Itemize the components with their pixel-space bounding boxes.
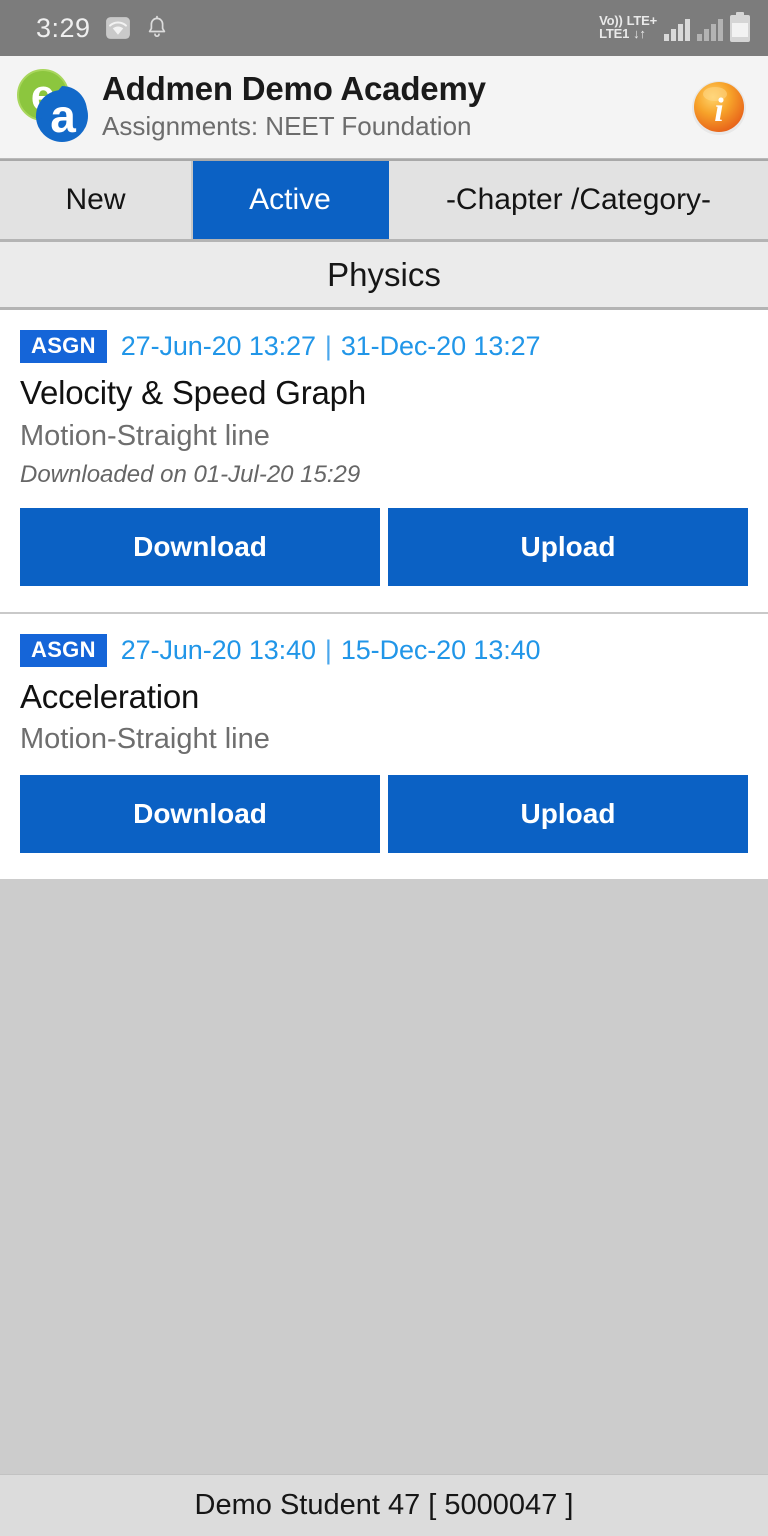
- app-header: e a Addmen Demo Academy Assignments: NEE…: [0, 56, 768, 159]
- assignment-download-note: Downloaded on 01-Jul-20 15:29: [20, 461, 361, 489]
- app-screen: 3:29 Vo)) LTE+ LTE1 ↓↑ e a Addmen Demo A…: [0, 0, 768, 1536]
- section-title: Physics: [327, 255, 441, 293]
- lte1-label: LTE1: [599, 25, 630, 41]
- page-title: Addmen Demo Academy: [102, 70, 486, 108]
- tab-active-label: Active: [249, 183, 331, 216]
- assignment-end-date: 15-Dec-20 13:40: [340, 634, 541, 665]
- empty-content-area: [0, 879, 768, 1474]
- upload-button[interactable]: Upload: [388, 775, 748, 854]
- header-titles: Addmen Demo Academy Assignments: NEET Fo…: [102, 70, 688, 142]
- status-badge: ASGN: [20, 330, 107, 363]
- status-bar-right: Vo)) LTE+ LTE1 ↓↑: [599, 12, 750, 44]
- assignment-actions: Download Upload: [20, 775, 748, 854]
- svg-text:i: i: [714, 92, 724, 129]
- assignment-dates: 27-Jun-20 13:40 | 15-Dec-20 13:40: [121, 635, 541, 666]
- assignment-meta: ASGN 27-Jun-20 13:40 | 15-Dec-20 13:40: [20, 633, 748, 667]
- assignment-chapter: Motion-Straight line: [20, 419, 270, 452]
- logged-in-user-label: Demo Student 47 [ 5000047 ]: [194, 1489, 574, 1521]
- page-subtitle: Assignments: NEET Foundation: [102, 111, 472, 142]
- download-button[interactable]: Download: [20, 775, 380, 854]
- assignment-end-date: 31-Dec-20 13:27: [340, 331, 541, 361]
- tab-active[interactable]: Active: [193, 161, 389, 239]
- app-logo-icon: e a: [10, 64, 96, 150]
- status-badge: ASGN: [20, 633, 107, 667]
- data-transfer-arrows-icon: ↓↑: [633, 25, 646, 41]
- tab-new[interactable]: New: [0, 161, 193, 239]
- network-type-indicator: Vo)) LTE+ LTE1 ↓↑: [599, 12, 658, 41]
- footer-bar: Demo Student 47 [ 5000047 ]: [0, 1474, 768, 1536]
- assignment-meta: ASGN 27-Jun-20 13:27 | 31-Dec-20 13:27: [20, 330, 748, 363]
- assignment-list: ASGN 27-Jun-20 13:27 | 31-Dec-20 13:27 Vel…: [0, 310, 768, 880]
- info-icon[interactable]: i: [688, 76, 750, 138]
- assignment-start-date: 27-Jun-20 13:40: [120, 634, 316, 665]
- assignment-card[interactable]: ASGN 27-Jun-20 13:27 | 31-Dec-20 13:27 Vel…: [0, 310, 768, 614]
- tab-bar: New Active -Chapter /Category-: [0, 159, 768, 242]
- assignment-actions: Download Upload: [20, 507, 748, 586]
- upload-button[interactable]: Upload: [388, 507, 748, 586]
- signal-strength-sim1-icon: [664, 17, 690, 41]
- assignment-chapter: Motion-Straight line: [20, 723, 270, 756]
- download-button[interactable]: Download: [20, 507, 380, 586]
- battery-icon: [730, 12, 750, 42]
- assignment-title: Acceleration: [20, 677, 200, 715]
- notification-bell-icon: [145, 15, 169, 41]
- section-header-physics: Physics: [0, 242, 768, 310]
- status-bar-left: 3:29: [36, 13, 169, 44]
- tab-chapter-category-label: -Chapter /Category-: [445, 183, 712, 216]
- tab-chapter-category[interactable]: -Chapter /Category-: [389, 161, 768, 239]
- volte-label: Vo)): [599, 12, 623, 28]
- wifi-icon: [105, 15, 131, 41]
- lte-plus-label: LTE+: [626, 12, 658, 28]
- date-separator: |: [324, 634, 332, 665]
- assignment-title: Velocity & Speed Graph: [20, 374, 366, 411]
- clock: 3:29: [36, 12, 91, 43]
- date-separator: |: [324, 331, 332, 361]
- assignment-start-date: 27-Jun-20 13:27: [120, 331, 316, 361]
- tab-new-label: New: [65, 183, 126, 216]
- svg-text:a: a: [50, 90, 76, 142]
- signal-strength-sim2-icon: [697, 17, 723, 41]
- assignment-dates: 27-Jun-20 13:27 | 31-Dec-20 13:27: [121, 331, 541, 362]
- assignment-card[interactable]: ASGN 27-Jun-20 13:40 | 15-Dec-20 13:40 Acc…: [0, 613, 768, 880]
- system-status-bar: 3:29 Vo)) LTE+ LTE1 ↓↑: [0, 0, 768, 56]
